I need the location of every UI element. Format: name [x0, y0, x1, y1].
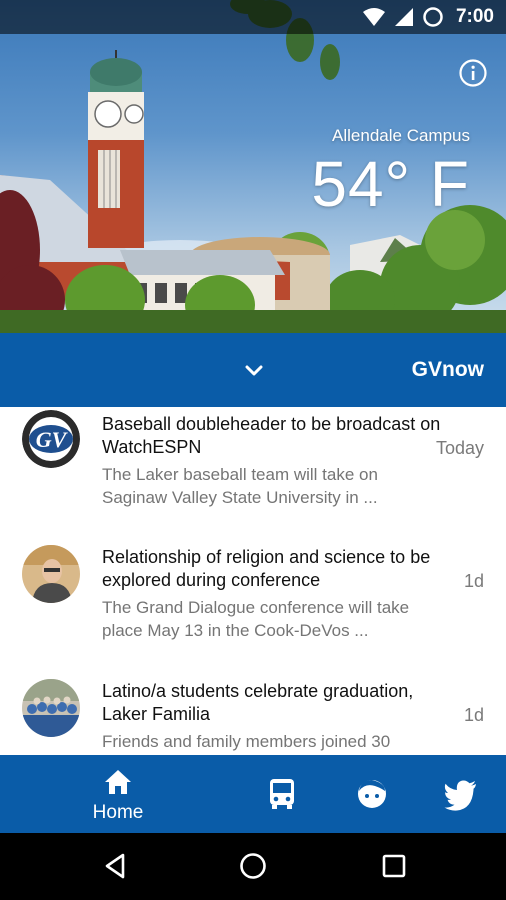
weather-location: Allendale Campus — [332, 126, 470, 145]
news-headline: Latino/a students celebrate graduation, … — [102, 681, 414, 724]
do-not-disturb-icon — [423, 7, 443, 27]
feed-title: GVnow — [411, 358, 484, 381]
news-snippet: The Laker baseball team will take on Sag… — [102, 465, 378, 507]
news-snippet: Friends and family members joined 30 — [102, 732, 391, 751]
hero-banner: 7:00 Allendale Campus 54° F — [0, 0, 506, 333]
group-photo-thumbnail — [22, 679, 80, 737]
news-item[interactable]: GV Baseball doubleheader to be broadcast… — [0, 407, 506, 541]
gv-logo-thumbnail: GV — [22, 410, 80, 468]
signal-icon — [394, 8, 413, 26]
news-time: Today — [435, 438, 484, 458]
news-time: 1d — [463, 571, 484, 591]
news-snippet: The Grand Dialogue conference will take … — [102, 598, 410, 640]
news-headline: Relationship of religion and science to … — [102, 547, 431, 590]
status-time: 7:00 — [455, 6, 494, 27]
speaker-photo-thumbnail — [22, 545, 80, 603]
svg-text:GV: GV — [36, 427, 69, 452]
twitter-icon[interactable] — [444, 777, 478, 811]
news-time: 1d — [463, 705, 484, 725]
recents-icon[interactable] — [379, 851, 409, 881]
news-headline: Baseball doubleheader to be broadcast on… — [102, 414, 441, 457]
status-bar: 7:00 — [0, 0, 506, 34]
weather-widget: Allendale Campus 54° F — [311, 126, 470, 216]
home-icon — [105, 770, 131, 794]
nav-home-button[interactable]: Home — [80, 769, 156, 824]
home-circle-icon[interactable] — [238, 851, 268, 881]
bottom-navigation: Home — [0, 755, 506, 833]
news-list[interactable]: GV Baseball doubleheader to be broadcast… — [0, 407, 506, 755]
wifi-icon — [362, 8, 385, 26]
info-icon[interactable] — [458, 58, 488, 88]
nav-home-label: Home — [92, 802, 144, 823]
news-item[interactable]: Relationship of religion and science to … — [0, 541, 506, 675]
bus-icon[interactable] — [265, 777, 299, 811]
back-icon[interactable] — [100, 851, 130, 881]
system-navigation-bar — [0, 833, 506, 900]
weather-temperature: 54° F — [311, 148, 470, 220]
feed-header: GVnow — [0, 333, 506, 407]
chevron-down-icon[interactable] — [240, 357, 268, 385]
news-item[interactable]: Latino/a students celebrate graduation, … — [0, 675, 506, 755]
face-icon[interactable] — [355, 777, 389, 811]
